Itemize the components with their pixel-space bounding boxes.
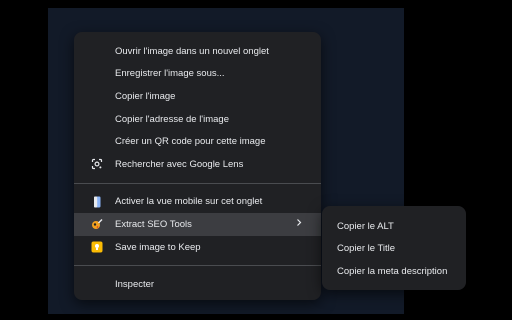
menu-item-inspect[interactable]: Inspecter xyxy=(74,273,321,296)
menu-item-copy-image-address[interactable]: Copier l'adresse de l'image xyxy=(74,108,321,131)
menu-item-google-lens[interactable]: Rechercher avec Google Lens xyxy=(74,153,321,176)
menu-item-label: Activer la vue mobile sur cet onglet xyxy=(115,196,263,208)
submenu-item-label: Copier la meta description xyxy=(337,265,448,277)
google-lens-icon xyxy=(91,158,103,170)
seo-tools-icon xyxy=(91,218,103,230)
menu-item-save-to-keep[interactable]: Save image to Keep xyxy=(74,236,321,259)
submenu-item-copy-title[interactable]: Copier le Title xyxy=(322,238,466,261)
menu-item-label: Enregistrer l'image sous... xyxy=(115,68,225,80)
menu-separator xyxy=(74,265,321,267)
menu-item-label: Save image to Keep xyxy=(115,241,201,253)
menu-item-label: Extract SEO Tools xyxy=(115,218,192,230)
menu-item-copy-image[interactable]: Copier l'image xyxy=(74,85,321,108)
seo-tools-submenu: Copier le ALT Copier le Title Copier la … xyxy=(322,206,466,290)
menu-item-create-qr-code[interactable]: Créer un QR code pour cette image xyxy=(74,130,321,153)
mobile-view-icon xyxy=(91,196,103,208)
menu-item-extract-seo-tools[interactable]: Extract SEO Tools xyxy=(74,213,321,236)
menu-item-save-image-as[interactable]: Enregistrer l'image sous... xyxy=(74,63,321,86)
context-menu: Ouvrir l'image dans un nouvel onglet Enr… xyxy=(74,32,321,300)
submenu-item-copy-meta-description[interactable]: Copier la meta description xyxy=(322,260,466,283)
menu-item-label: Inspecter xyxy=(115,279,155,291)
chevron-right-icon xyxy=(296,219,302,230)
keep-icon xyxy=(91,241,103,253)
menu-item-mobile-view[interactable]: Activer la vue mobile sur cet onglet xyxy=(74,191,321,214)
menu-item-label: Copier l'adresse de l'image xyxy=(115,113,229,125)
menu-item-label: Copier l'image xyxy=(115,90,176,102)
submenu-item-label: Copier le ALT xyxy=(337,220,394,232)
menu-item-label: Créer un QR code pour cette image xyxy=(115,136,266,148)
menu-item-label: Rechercher avec Google Lens xyxy=(115,158,244,170)
submenu-item-copy-alt[interactable]: Copier le ALT xyxy=(322,215,466,238)
menu-separator xyxy=(74,182,321,184)
menu-item-label: Ouvrir l'image dans un nouvel onglet xyxy=(115,45,269,57)
submenu-item-label: Copier le Title xyxy=(337,243,396,255)
menu-item-open-image-new-tab[interactable]: Ouvrir l'image dans un nouvel onglet xyxy=(74,40,321,63)
